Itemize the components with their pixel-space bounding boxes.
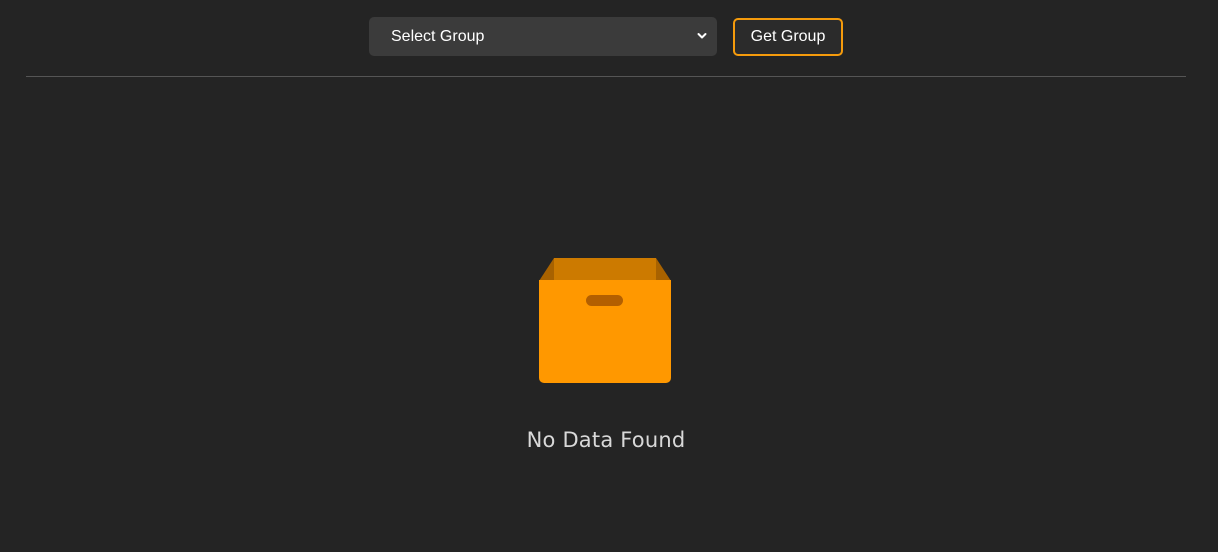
empty-box-icon [539,258,671,383]
chevron-down-icon [697,33,707,39]
page: Select Group Get Group No Data Found [0,0,1218,552]
group-select-value: Select Group [391,27,485,45]
toolbar: Select Group Get Group [369,17,843,56]
empty-state-message: No Data Found [526,428,686,452]
divider [26,76,1186,77]
group-select[interactable]: Select Group [369,17,717,56]
empty-state: No Data Found [0,258,1212,452]
get-group-button[interactable]: Get Group [733,17,843,56]
